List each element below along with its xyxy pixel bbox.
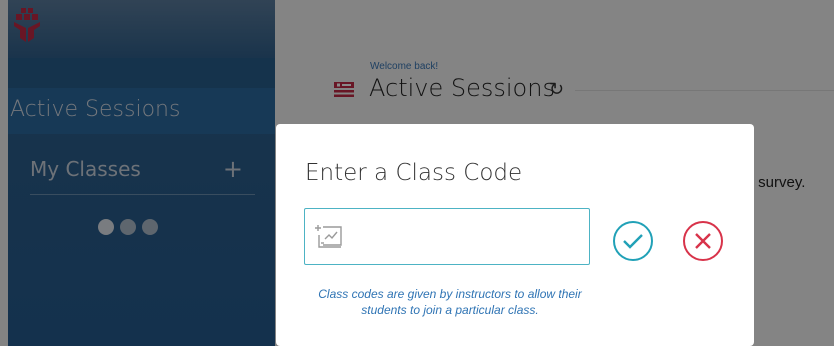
confirm-button[interactable] <box>612 220 654 262</box>
class-code-input[interactable] <box>351 217 585 259</box>
class-code-hint: Class codes are given by instructors to … <box>318 287 582 317</box>
dialog-title: Enter a Class Code <box>305 160 523 186</box>
cancel-button[interactable] <box>682 220 724 262</box>
class-code-field[interactable] <box>304 208 590 265</box>
class-code-dialog: Enter a Class Code Class codes are given… <box>276 124 754 346</box>
class-code-icon <box>315 225 342 248</box>
